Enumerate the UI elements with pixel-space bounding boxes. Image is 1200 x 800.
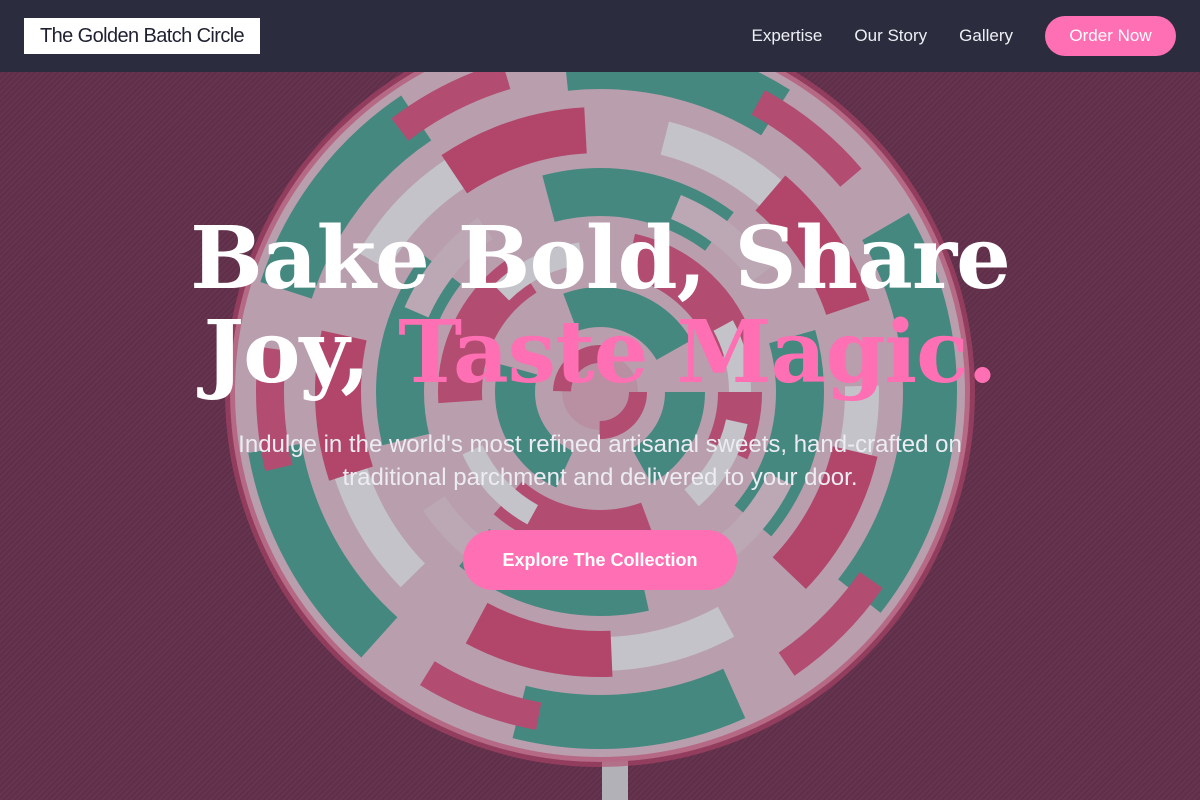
- explore-collection-button[interactable]: Explore The Collection: [463, 530, 737, 590]
- hero-subtitle: Indulge in the world's most refined arti…: [238, 431, 962, 491]
- hero-headline: Bake Bold, Share Joy, Taste Magic.: [0, 212, 1200, 400]
- hero-section: Bake Bold, Share Joy, Taste Magic. Indul…: [0, 72, 1200, 800]
- nav-link-gallery[interactable]: Gallery: [959, 26, 1013, 46]
- nav-link-our-story[interactable]: Our Story: [854, 26, 927, 46]
- nav-link-expertise[interactable]: Expertise: [752, 26, 823, 46]
- headline-accent-text: Taste Magic.: [398, 302, 997, 403]
- brand-logo[interactable]: The Golden Batch Circle: [24, 18, 261, 54]
- hero-content: Bake Bold, Share Joy, Taste Magic. Indul…: [0, 72, 1200, 800]
- top-navbar: The Golden Batch Circle Expertise Our St…: [0, 0, 1200, 72]
- order-now-button[interactable]: Order Now: [1045, 16, 1176, 56]
- nav-links: Expertise Our Story Gallery Order Now: [720, 16, 1176, 56]
- headline-line-2-white: Joy,: [203, 302, 399, 403]
- headline-line-1: Bake Bold, Share: [190, 208, 1011, 309]
